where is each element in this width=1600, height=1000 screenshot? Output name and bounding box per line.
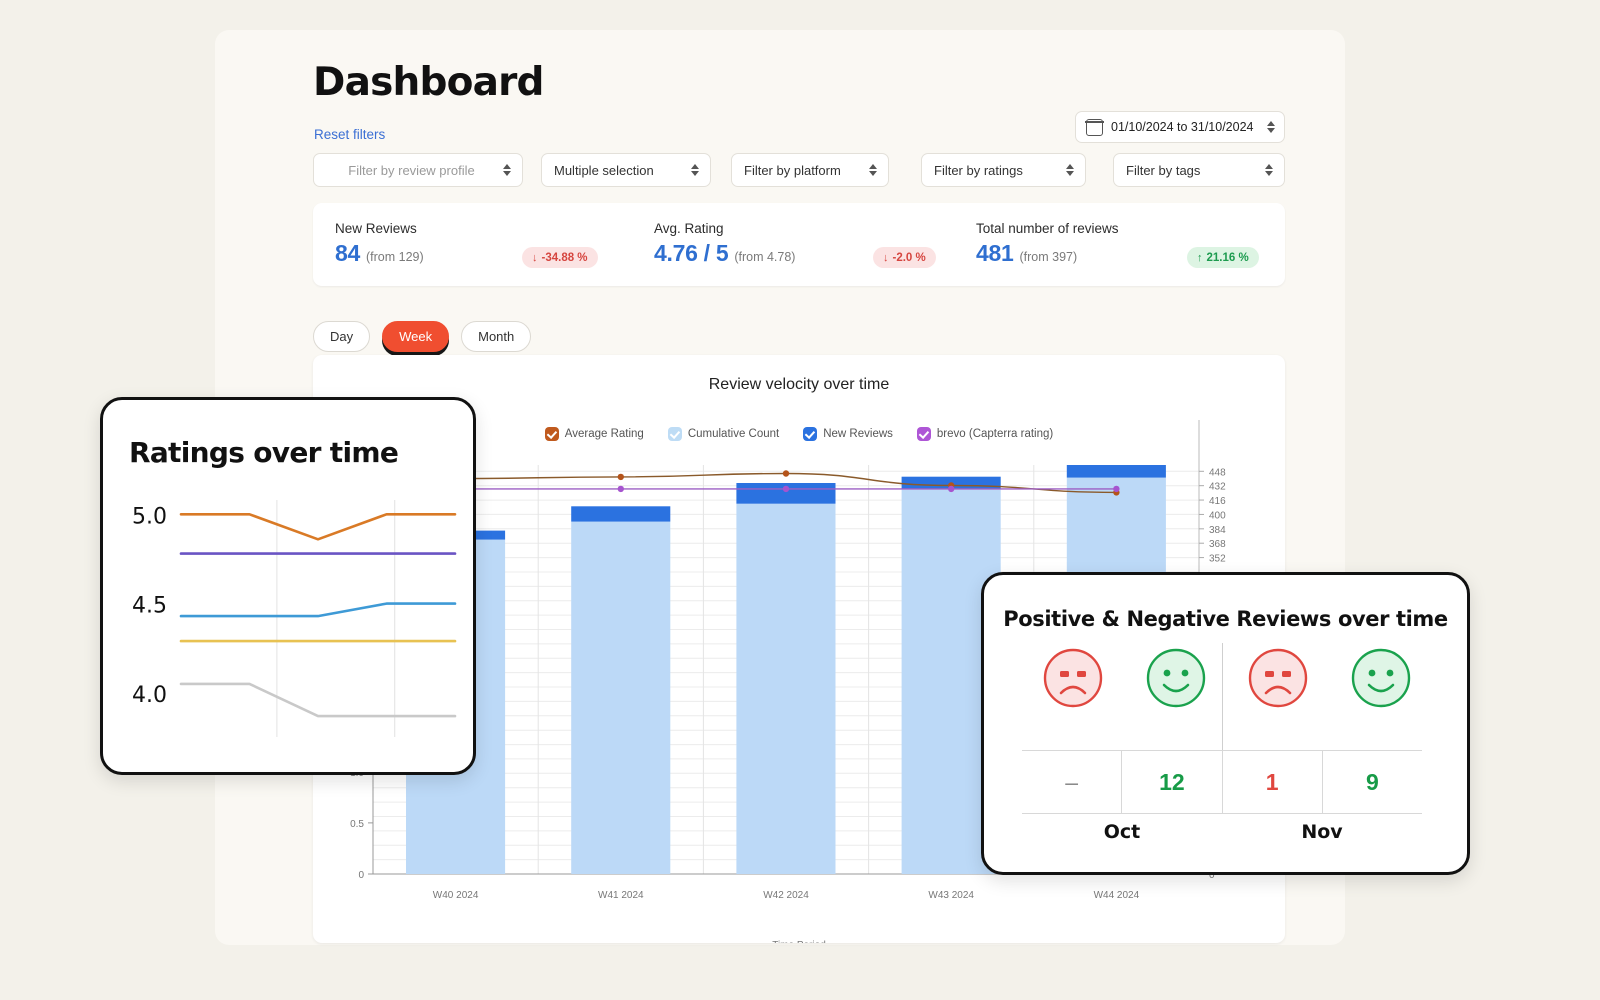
month-label: Nov	[1301, 821, 1343, 843]
kpi-previous: (from 129)	[365, 250, 424, 264]
calendar-icon	[1085, 118, 1104, 136]
chevron-updown-icon	[1066, 162, 1075, 178]
kpi-delta-value: -2.0 %	[892, 251, 926, 264]
svg-text:W40 2024: W40 2024	[433, 890, 479, 901]
filter-tags-label: Filter by tags	[1126, 162, 1201, 178]
svg-text:W42 2024: W42 2024	[763, 890, 809, 901]
date-range-value: 01/10/2024 to 31/10/2024	[1111, 120, 1254, 134]
page-title: Dashboard	[313, 60, 544, 105]
chevron-updown-icon	[503, 162, 512, 178]
period-button-month[interactable]: Month	[461, 321, 532, 352]
kpi-label: Total number of reviews	[976, 221, 1119, 236]
kpi-total-reviews: Total number of reviews 481 (from 397)	[976, 221, 1119, 267]
arrow-down-icon: ↓	[532, 251, 538, 264]
svg-text:5.0: 5.0	[132, 504, 167, 529]
kpi-summary-card: New Reviews 84 (from 129) ↓ -34.88 % Avg…	[313, 203, 1285, 286]
kpi-delta-badge-new-reviews: ↓ -34.88 %	[522, 247, 598, 268]
svg-text:W44 2024: W44 2024	[1094, 890, 1140, 901]
sad-face-icon	[1249, 648, 1308, 708]
kpi-previous: (from 397)	[1019, 250, 1078, 264]
sentiment-face-row	[1022, 647, 1432, 709]
svg-text:4.0: 4.0	[132, 683, 167, 708]
svg-text:432: 432	[1209, 482, 1226, 493]
kpi-delta-badge-avg-rating: ↓ -2.0 %	[873, 247, 936, 268]
ratings-card-title: Ratings over time	[129, 436, 399, 469]
chevron-updown-icon	[1265, 162, 1274, 178]
filter-platform-label: Filter by platform	[744, 162, 841, 178]
filter-multiple-selection-label: Multiple selection	[554, 162, 654, 178]
sentiment-value: 1	[1223, 751, 1323, 813]
filter-multiple-selection[interactable]: Multiple selection	[541, 153, 711, 187]
period-button-day[interactable]: Day	[313, 321, 371, 352]
ratings-over-time-plot: 5.0 4.5 4.0	[132, 500, 457, 737]
ratings-over-time-card: Ratings over time 5.0 4.5 4.0	[100, 397, 476, 775]
filter-bar: Filter by review profile Multiple select…	[313, 153, 1285, 187]
svg-text:416: 416	[1209, 496, 1226, 507]
filter-tags[interactable]: Filter by tags	[1113, 153, 1285, 187]
filter-ratings[interactable]: Filter by ratings	[921, 153, 1086, 187]
arrow-down-icon: ↓	[883, 251, 889, 264]
svg-text:368: 368	[1209, 539, 1226, 550]
period-button-week[interactable]: Week	[382, 321, 450, 352]
svg-text:400: 400	[1209, 510, 1226, 521]
filter-platform[interactable]: Filter by platform	[731, 153, 889, 187]
face-cell	[1022, 647, 1125, 709]
kpi-value: 84	[335, 240, 360, 266]
kpi-label: New Reviews	[335, 221, 417, 236]
sad-face-icon	[1044, 648, 1103, 708]
svg-text:4.5: 4.5	[132, 594, 167, 619]
chevron-updown-icon	[1267, 119, 1276, 135]
period-toggle: Day Week Month	[313, 321, 532, 352]
reset-filters-link[interactable]: Reset filters	[314, 127, 385, 142]
kpi-delta-value: 21.16 %	[1206, 251, 1249, 264]
sentiment-value: 9	[1365, 768, 1379, 795]
happy-face-icon	[1351, 648, 1410, 708]
kpi-delta-badge-total-reviews: ↑ 21.16 %	[1187, 247, 1259, 268]
svg-text:352: 352	[1209, 554, 1226, 565]
chevron-updown-icon	[869, 162, 878, 178]
filter-review-profile[interactable]: Filter by review profile	[313, 153, 523, 187]
date-range-picker[interactable]: 01/10/2024 to 31/10/2024	[1075, 111, 1285, 143]
svg-text:W41 2024: W41 2024	[598, 890, 644, 901]
sentiment-value-row: – 12 1 9	[1022, 750, 1422, 814]
arrow-up-icon: ↑	[1197, 251, 1203, 264]
kpi-delta-value: -34.88 %	[541, 251, 588, 264]
svg-text:384: 384	[1209, 525, 1226, 536]
positive-negative-reviews-card: Positive & Negative Reviews over time – …	[981, 572, 1470, 875]
svg-text:W43 2024: W43 2024	[928, 890, 974, 901]
month-row: Oct Nov	[1022, 821, 1422, 843]
chevron-updown-icon	[691, 162, 700, 178]
kpi-value: 4.76 / 5	[654, 240, 729, 266]
kpi-new-reviews: New Reviews 84 (from 129)	[335, 221, 424, 267]
face-cell	[1330, 647, 1433, 709]
posneg-card-title: Positive & Negative Reviews over time	[1003, 607, 1448, 631]
svg-text:0.5: 0.5	[350, 819, 364, 830]
svg-text:0: 0	[358, 870, 364, 881]
filter-ratings-label: Filter by ratings	[934, 162, 1023, 178]
sentiment-value: 12	[1122, 751, 1223, 813]
kpi-previous: (from 4.78)	[734, 250, 796, 264]
kpi-avg-rating: Avg. Rating 4.76 / 5 (from 4.78)	[654, 221, 795, 267]
filter-review-profile-label: Filter by review profile	[348, 162, 475, 178]
face-cell	[1227, 647, 1330, 709]
kpi-label: Avg. Rating	[654, 221, 724, 236]
month-label: Oct	[1103, 821, 1141, 843]
kpi-value: 481	[976, 240, 1014, 266]
happy-face-icon	[1146, 648, 1205, 708]
sentiment-value: –	[1022, 751, 1123, 813]
svg-text:448: 448	[1209, 467, 1226, 478]
face-cell	[1125, 647, 1228, 709]
x-axis-title: Time Period	[313, 940, 1285, 943]
